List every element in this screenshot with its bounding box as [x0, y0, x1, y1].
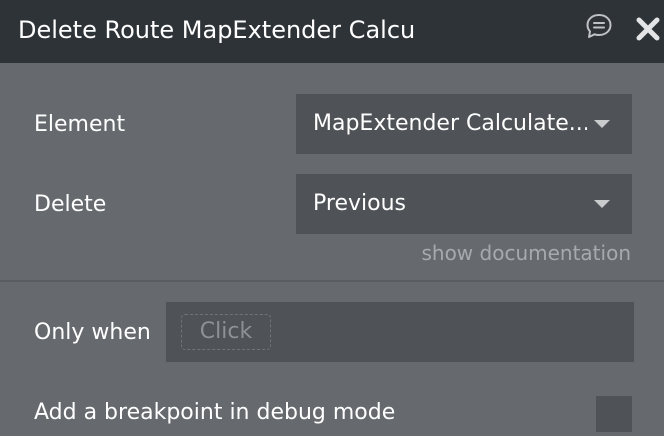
panel-header: Delete Route MapExtender Calcu: [0, 0, 664, 63]
panel-title[interactable]: Delete Route MapExtender Calcu: [18, 13, 434, 47]
section-divider: [0, 280, 664, 282]
breakpoint-checkbox[interactable]: [596, 396, 632, 432]
chevron-down-icon: [594, 120, 610, 128]
element-dropdown[interactable]: MapExtender Calculate...: [296, 94, 632, 154]
show-documentation-link[interactable]: show documentation: [421, 239, 631, 267]
delete-dropdown-value: Previous: [313, 191, 406, 216]
click-placeholder[interactable]: Click: [181, 314, 271, 350]
delete-dropdown[interactable]: Previous: [296, 174, 632, 234]
only-when-condition-field[interactable]: Click: [166, 302, 634, 362]
element-dropdown-value: MapExtender Calculate...: [313, 111, 587, 136]
chevron-down-icon: [594, 200, 610, 208]
action-properties-panel: Delete Route MapExtender Calcu Element M…: [0, 0, 664, 436]
element-label: Element: [34, 112, 126, 137]
breakpoint-label: Add a breakpoint in debug mode: [34, 400, 396, 425]
delete-label: Delete: [34, 192, 107, 217]
speech-bubble-icon[interactable]: [585, 13, 613, 39]
close-icon[interactable]: [635, 16, 661, 42]
only-when-label: Only when: [34, 320, 151, 345]
